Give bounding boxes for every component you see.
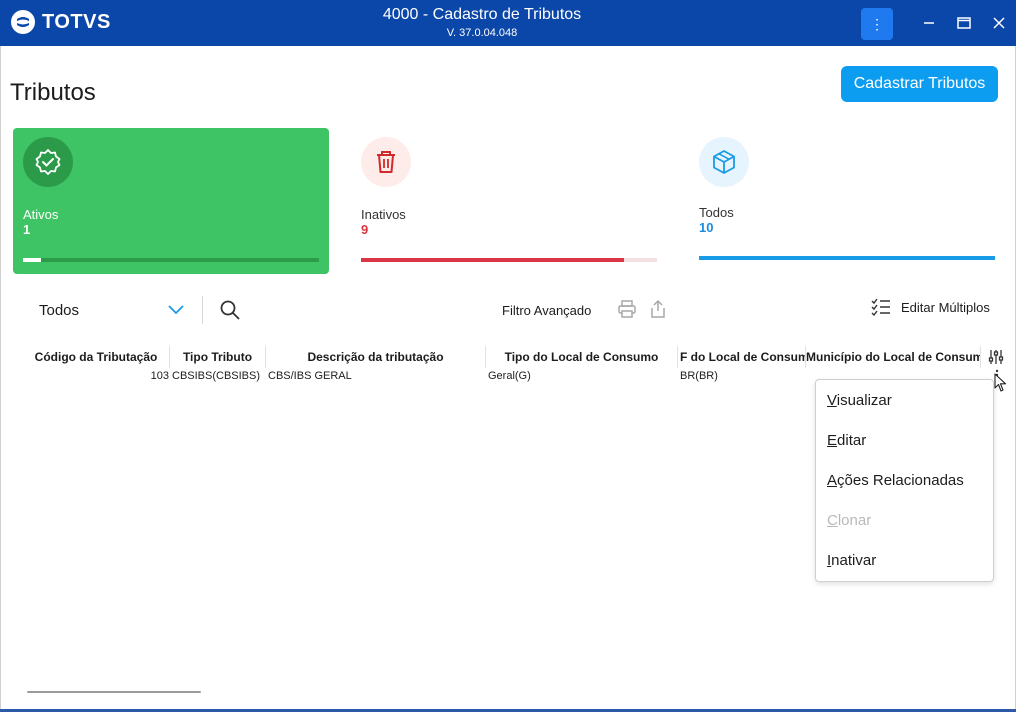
minimize-button[interactable] xyxy=(918,12,940,34)
card-ativos-progress xyxy=(23,258,319,262)
card-todos-progress-fill xyxy=(699,256,995,260)
card-todos-count: 10 xyxy=(699,220,714,235)
sliders-icon xyxy=(988,350,1004,364)
card-todos-label: Todos xyxy=(699,205,734,220)
column-header[interactable]: F do Local de Consum xyxy=(678,346,805,368)
status-filter-value: Todos xyxy=(39,301,80,319)
page-title: Tributos xyxy=(10,79,96,106)
export-button[interactable] xyxy=(649,299,671,321)
status-filter-select[interactable]: Todos xyxy=(29,296,189,324)
card-todos-icon-wrap xyxy=(699,137,749,187)
card-inativos-label: Inativos xyxy=(361,207,406,222)
card-inativos[interactable]: Inativos 9 xyxy=(351,128,667,274)
mouse-cursor-icon xyxy=(994,373,1007,392)
toolbar-divider xyxy=(202,296,203,324)
print-button[interactable] xyxy=(617,300,639,322)
card-ativos-label: Ativos xyxy=(23,207,59,222)
table-cell: CBS/IBS GERAL xyxy=(268,370,352,382)
card-todos[interactable]: Todos 10 xyxy=(689,128,1005,274)
menu-item-editar[interactable]: Editar xyxy=(827,432,866,449)
maximize-icon xyxy=(957,17,971,29)
edit-multiple-button[interactable]: Editar Múltiplos xyxy=(871,298,990,316)
card-ativos-icon-wrap xyxy=(23,137,73,187)
card-inativos-icon-wrap xyxy=(361,137,411,187)
minimize-icon xyxy=(924,22,934,24)
table-cell: BR(BR) xyxy=(680,370,718,382)
table-header: Código da Tributação Tipo Tributo Descri… xyxy=(1,346,1016,368)
card-inativos-progress-fill xyxy=(361,258,625,262)
advanced-filter-link[interactable]: Filtro Avançado xyxy=(502,303,591,318)
main-content: Tributos Cadastrar Tributos Ativos 1 Ina… xyxy=(0,46,1016,709)
card-ativos-count: 1 xyxy=(23,222,31,237)
search-button[interactable] xyxy=(219,299,243,323)
window-version: V. 37.0.04.048 xyxy=(446,27,518,39)
more-options-button[interactable]: ⋮ xyxy=(861,8,893,40)
column-header[interactable]: Tipo do Local de Consumo xyxy=(486,346,677,368)
menu-item-visualizar[interactable]: Visualizar xyxy=(827,392,892,409)
vertical-dots-icon: ⋮ xyxy=(870,15,884,32)
window-title: 4000 - Cadastro de Tributos xyxy=(382,6,582,23)
close-button[interactable] xyxy=(988,12,1010,34)
table-cell: Geral(G) xyxy=(488,370,531,382)
share-upload-icon xyxy=(651,299,665,318)
column-header[interactable]: Tipo Tributo xyxy=(170,346,265,368)
row-context-menu: Visualizar Editar Ações Relacionadas Clo… xyxy=(815,379,994,582)
table-cell: CBSIBS(CBSIBS) xyxy=(172,370,261,382)
close-icon xyxy=(993,17,1005,29)
card-ativos[interactable]: Ativos 1 xyxy=(13,128,329,274)
trash-icon xyxy=(377,151,395,173)
menu-item-clonar: Clonar xyxy=(827,512,872,529)
card-ativos-progress-fill xyxy=(23,258,41,262)
edit-multiple-label: Editar Múltiplos xyxy=(901,299,990,315)
menu-item-inativar[interactable]: Inativar xyxy=(827,552,876,569)
column-header[interactable]: Código da Tributação xyxy=(23,346,169,368)
verified-badge-icon xyxy=(35,149,61,175)
card-inativos-progress xyxy=(361,258,657,262)
column-header[interactable]: Município do Local de Consumo xyxy=(806,346,980,368)
cube-icon xyxy=(713,150,735,174)
card-inativos-count: 9 xyxy=(361,222,369,237)
chevron-down-icon xyxy=(168,305,184,315)
menu-item-acoes-relacionadas[interactable]: Ações Relacionadas xyxy=(827,472,964,489)
checklist-icon xyxy=(871,298,890,316)
maximize-button[interactable] xyxy=(953,12,975,34)
card-todos-progress xyxy=(699,256,995,260)
title-bar: TOTVS 4000 - Cadastro de Tributos V. 37.… xyxy=(0,0,1016,46)
printer-icon xyxy=(618,300,636,318)
column-separator[interactable] xyxy=(980,346,981,368)
table-cell: 103 xyxy=(150,370,169,382)
column-settings-button[interactable] xyxy=(988,349,1006,365)
horizontal-scrollbar[interactable] xyxy=(27,691,201,693)
column-header[interactable]: Descrição da tributação xyxy=(266,346,485,368)
search-icon xyxy=(220,300,240,320)
cadastrar-tributos-button[interactable]: Cadastrar Tributos xyxy=(841,66,998,102)
